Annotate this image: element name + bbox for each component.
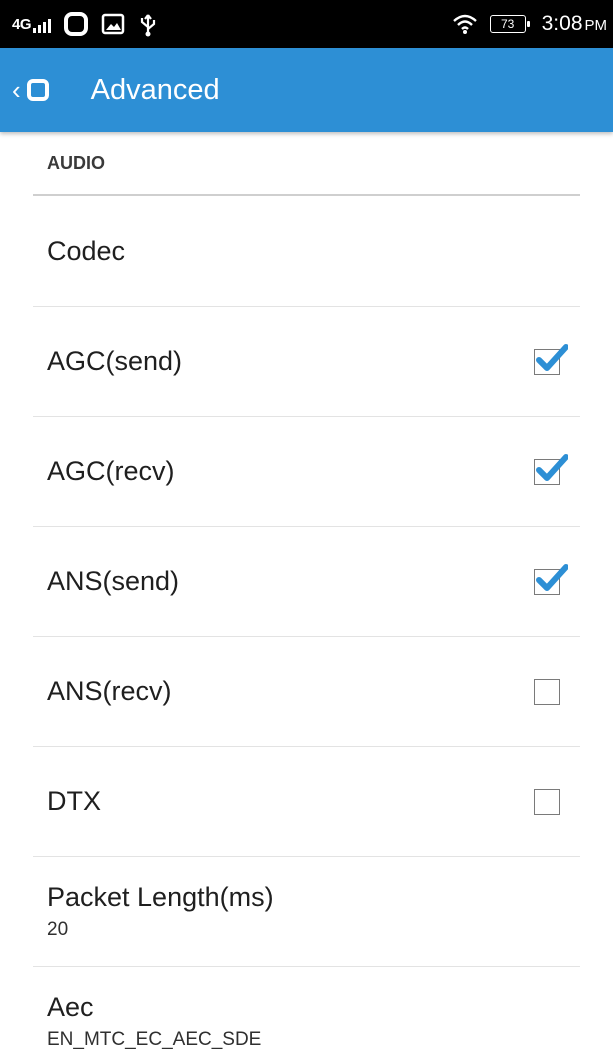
- status-bar: 4G 73 3:08 PM: [0, 0, 613, 48]
- setting-ans-send[interactable]: ANS(send): [33, 527, 580, 637]
- back-button[interactable]: ‹: [12, 77, 49, 103]
- ans-recv-checkbox[interactable]: [534, 678, 560, 705]
- setting-codec[interactable]: Codec: [33, 196, 580, 307]
- back-chevron-icon: ‹: [12, 75, 21, 105]
- setting-label: Packet Length(ms): [47, 882, 274, 912]
- setting-label: Aec: [47, 992, 94, 1022]
- setting-label: AGC(recv): [47, 456, 175, 486]
- setting-label: ANS(recv): [47, 676, 172, 706]
- dtx-checkbox[interactable]: [534, 788, 560, 815]
- setting-text: Aec EN_MTC_EC_AEC_SDE: [47, 992, 261, 1051]
- setting-dtx[interactable]: DTX: [33, 747, 580, 857]
- wifi-icon: [452, 13, 478, 35]
- settings-list: AUDIO Codec AGC(send) AGC(recv) ANS(send…: [0, 132, 613, 1060]
- signal-bars: [33, 17, 52, 33]
- checkmark-icon: [536, 563, 568, 591]
- agc-recv-checkbox[interactable]: [534, 453, 568, 485]
- setting-ans-recv[interactable]: ANS(recv): [33, 637, 580, 747]
- ans-send-checkbox[interactable]: [534, 563, 568, 595]
- image-icon: [101, 13, 125, 35]
- setting-agc-recv[interactable]: AGC(recv): [33, 417, 580, 527]
- status-left: 4G: [12, 11, 159, 37]
- checkmark-icon: [536, 453, 568, 481]
- checkmark-icon: [536, 343, 568, 371]
- setting-text: Packet Length(ms) 20: [47, 882, 274, 941]
- clock-ampm: PM: [584, 17, 608, 34]
- setting-aec[interactable]: Aec EN_MTC_EC_AEC_SDE: [33, 967, 580, 1060]
- setting-agc-send[interactable]: AGC(send): [33, 307, 580, 417]
- agc-send-checkbox[interactable]: [534, 343, 568, 375]
- section-header-audio: AUDIO: [33, 132, 580, 196]
- clock-time: 3:08: [541, 12, 583, 35]
- battery-icon: 73: [489, 15, 530, 33]
- setting-value: 20: [47, 919, 69, 940]
- setting-label: Codec: [47, 235, 126, 266]
- app-bar: ‹ Advanced: [0, 48, 613, 132]
- clock: 3:08 PM: [542, 12, 607, 36]
- status-right: 73 3:08 PM: [452, 12, 607, 36]
- signal-icon: 4G: [12, 15, 52, 33]
- setting-label: DTX: [47, 786, 101, 816]
- setting-value: EN_MTC_EC_AEC_SDE: [47, 1029, 262, 1050]
- battery-level: 73: [500, 17, 515, 31]
- setting-packet-length[interactable]: Packet Length(ms) 20: [33, 857, 580, 967]
- setting-label: AGC(send): [47, 346, 183, 376]
- setting-label: ANS(send): [47, 566, 180, 596]
- network-type: 4G: [12, 15, 32, 33]
- page-title: Advanced: [90, 73, 220, 106]
- app-logo-icon: [26, 79, 49, 101]
- usb-icon: [137, 11, 159, 37]
- app-notification-icon: [63, 12, 89, 36]
